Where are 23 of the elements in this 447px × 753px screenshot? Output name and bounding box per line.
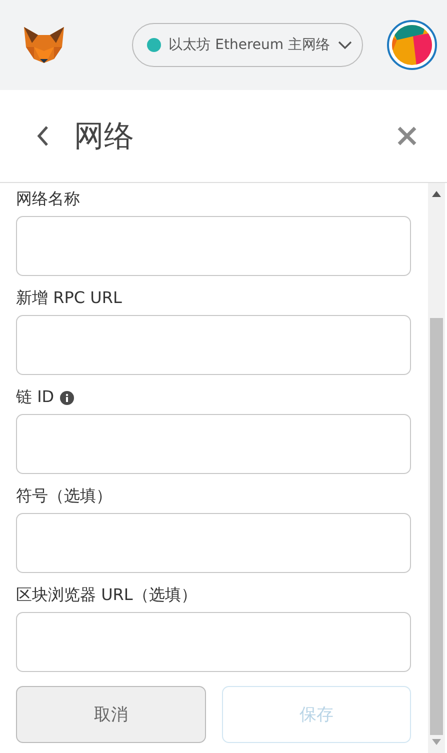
input-field[interactable] [16, 216, 411, 276]
fox-logo-icon[interactable] [22, 25, 66, 65]
scroll-up-icon[interactable] [432, 191, 441, 197]
field-label: 网络名称 [16, 189, 80, 210]
chevron-down-icon [338, 40, 352, 50]
field-label: 符号（选填） [16, 486, 112, 507]
field-label: 区块浏览器 URL（选填） [16, 585, 197, 606]
field-label: 链 ID [16, 387, 54, 408]
scrollbar[interactable] [428, 183, 445, 753]
input-field[interactable] [16, 414, 411, 474]
page-title: 网络 [74, 118, 134, 156]
input-field[interactable] [16, 513, 411, 573]
scrollbar-thumb[interactable] [430, 318, 443, 735]
cancel-button[interactable]: 取消 [16, 686, 206, 743]
input-field[interactable] [16, 612, 411, 672]
close-icon[interactable] [397, 126, 417, 146]
info-icon[interactable] [60, 390, 74, 404]
network-selector[interactable]: 以太坊 Ethereum 主网络 [132, 23, 363, 67]
field-label: 新增 RPC URL [16, 288, 122, 309]
account-avatar[interactable] [387, 20, 437, 70]
scroll-down-icon[interactable] [432, 739, 441, 745]
input-field[interactable] [16, 315, 411, 375]
back-icon[interactable] [36, 125, 50, 147]
